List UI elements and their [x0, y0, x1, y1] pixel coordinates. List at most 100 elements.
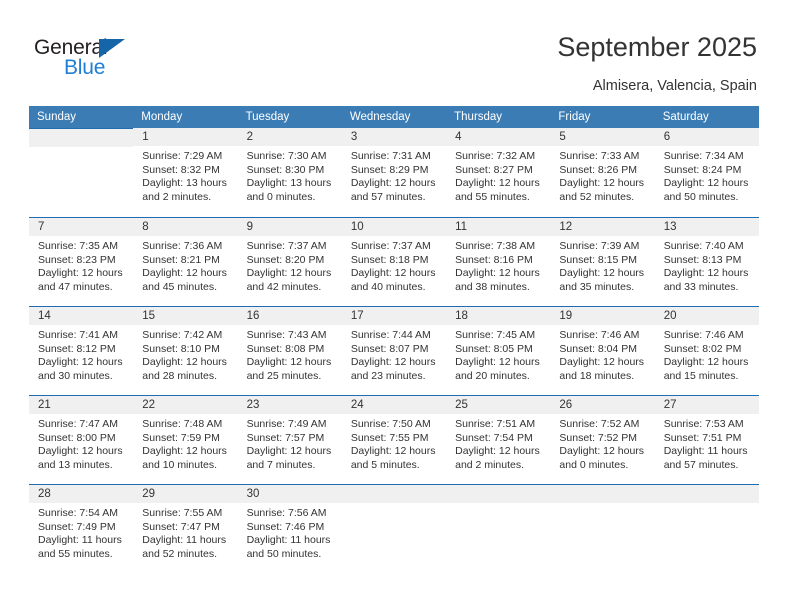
daylight-text: Daylight: 12 hours — [350, 267, 436, 280]
day-number: 19 — [550, 307, 655, 325]
day-sun-info: Sunrise: 7:38 AM Sunset: 8:16 PM Daylight:… — [446, 236, 550, 294]
day-number: 10 — [341, 218, 447, 236]
daylight-text: Daylight: 12 hours — [559, 267, 645, 280]
day-sun-info: Sunrise: 7:46 AM Sunset: 8:02 PM Daylight:… — [655, 325, 759, 383]
calendar-day-cell[interactable]: 7 Sunrise: 7:35 AM Sunset: 8:23 PM Daylight… — [29, 217, 134, 306]
calendar-empty-cell — [654, 484, 759, 573]
day-sun-info: Sunrise: 7:49 AM Sunset: 7:57 PM Daylight:… — [238, 414, 342, 472]
weekday-header-sunday: Sunday — [29, 106, 134, 128]
general-blue-logo[interactable]: General Blue — [34, 36, 194, 84]
calendar-day-cell[interactable]: 16 Sunrise: 7:43 AM Sunset: 8:08 PM Dayligh… — [237, 306, 342, 395]
daylight-text-cont: and 33 minutes. — [663, 280, 739, 293]
daylight-text-cont: and 13 minutes. — [38, 458, 113, 471]
day-sun-info: Sunrise: 7:55 AM Sunset: 7:47 PM Daylight:… — [133, 503, 237, 561]
calendar-empty-cell — [550, 484, 655, 573]
daylight-text-cont: and 2 minutes. — [455, 458, 525, 471]
day-number: 22 — [133, 396, 238, 414]
calendar-page: General Blue September 2025 Almisera, Va… — [0, 0, 792, 612]
sunrise-text: Sunrise: 7:33 AM — [559, 150, 640, 162]
daylight-text: Daylight: 12 hours — [142, 267, 227, 280]
calendar-day-cell[interactable]: 22 Sunrise: 7:48 AM Sunset: 7:59 PM Dayligh… — [133, 395, 238, 484]
daylight-text-cont: and 15 minutes. — [663, 369, 739, 382]
calendar-day-cell[interactable]: 23 Sunrise: 7:49 AM Sunset: 7:57 PM Dayligh… — [237, 395, 342, 484]
calendar-table: Sunday Monday Tuesday Wednesday Thursday… — [29, 106, 759, 573]
calendar-day-cell[interactable]: 17 Sunrise: 7:44 AM Sunset: 8:07 PM Dayligh… — [341, 306, 447, 395]
calendar-day-cell[interactable]: 18 Sunrise: 7:45 AM Sunset: 8:05 PM Dayligh… — [446, 306, 551, 395]
sunrise-text: Sunrise: 7:52 AM — [559, 418, 640, 430]
daylight-text-cont: and 50 minutes. — [663, 190, 739, 203]
sunset-text: Sunset: 8:02 PM — [663, 342, 742, 355]
sunrise-text: Sunrise: 7:37 AM — [350, 240, 431, 252]
calendar-day-cell[interactable]: 2 Sunrise: 7:30 AM Sunset: 8:30 PM Daylight… — [237, 128, 342, 217]
sunrise-text: Sunrise: 7:49 AM — [246, 418, 327, 430]
day-number: 25 — [446, 396, 551, 414]
calendar-day-cell[interactable]: 6 Sunrise: 7:34 AM Sunset: 8:24 PM Daylight… — [654, 128, 759, 217]
daylight-text-cont: and 55 minutes. — [38, 547, 113, 560]
day-sun-info: Sunrise: 7:35 AM Sunset: 8:23 PM Daylight:… — [29, 236, 133, 294]
calendar-day-cell[interactable]: 12 Sunrise: 7:39 AM Sunset: 8:15 PM Dayligh… — [550, 217, 655, 306]
day-sun-info: Sunrise: 7:37 AM Sunset: 8:20 PM Daylight:… — [238, 236, 342, 294]
daylight-text-cont: and 18 minutes. — [559, 369, 635, 382]
day-sun-info: Sunrise: 7:36 AM Sunset: 8:21 PM Daylight:… — [133, 236, 237, 294]
sunset-text: Sunset: 7:52 PM — [559, 431, 638, 444]
calendar-day-cell[interactable]: 9 Sunrise: 7:37 AM Sunset: 8:20 PM Daylight… — [237, 217, 342, 306]
sunrise-text: Sunrise: 7:34 AM — [663, 150, 744, 162]
calendar-day-cell[interactable]: 25 Sunrise: 7:51 AM Sunset: 7:54 PM Dayligh… — [446, 395, 551, 484]
calendar-day-cell[interactable]: 21 Sunrise: 7:47 AM Sunset: 8:00 PM Dayligh… — [29, 395, 134, 484]
sunset-text: Sunset: 8:07 PM — [350, 342, 429, 355]
daylight-text-cont: and 45 minutes. — [142, 280, 217, 293]
calendar-day-cell[interactable]: 14 Sunrise: 7:41 AM Sunset: 8:12 PM Dayligh… — [29, 306, 134, 395]
daylight-text-cont: and 52 minutes. — [559, 190, 635, 203]
day-sun-info: Sunrise: 7:52 AM Sunset: 7:52 PM Daylight:… — [550, 414, 654, 472]
calendar-day-cell[interactable]: 10 Sunrise: 7:37 AM Sunset: 8:18 PM Dayligh… — [341, 217, 447, 306]
day-number: 27 — [654, 396, 759, 414]
calendar-week-row: 7 Sunrise: 7:35 AM Sunset: 8:23 PM Daylight… — [29, 217, 759, 306]
calendar-day-cell[interactable]: 8 Sunrise: 7:36 AM Sunset: 8:21 PM Daylight… — [133, 217, 238, 306]
daylight-text: Daylight: 12 hours — [142, 445, 227, 458]
daylight-text-cont: and 42 minutes. — [246, 280, 322, 293]
day-sun-info: Sunrise: 7:56 AM Sunset: 7:46 PM Daylight:… — [238, 503, 342, 561]
calendar-day-cell[interactable]: 20 Sunrise: 7:46 AM Sunset: 8:02 PM Dayligh… — [654, 306, 759, 395]
day-number: 13 — [654, 218, 759, 236]
sunset-text: Sunset: 7:59 PM — [142, 431, 220, 444]
day-sun-info: Sunrise: 7:32 AM Sunset: 8:27 PM Daylight:… — [446, 146, 550, 204]
sunrise-text: Sunrise: 7:46 AM — [663, 329, 744, 341]
calendar-day-cell[interactable]: 3 Sunrise: 7:31 AM Sunset: 8:29 PM Daylight… — [341, 128, 447, 217]
calendar-day-cell[interactable]: 24 Sunrise: 7:50 AM Sunset: 7:55 PM Dayligh… — [341, 395, 447, 484]
daylight-text-cont: and 52 minutes. — [142, 547, 217, 560]
sunset-text: Sunset: 8:26 PM — [559, 163, 638, 176]
day-sun-info: Sunrise: 7:37 AM Sunset: 8:18 PM Daylight:… — [342, 236, 446, 294]
calendar-day-cell[interactable]: 29 Sunrise: 7:55 AM Sunset: 7:47 PM Dayligh… — [133, 484, 238, 573]
day-number: 9 — [237, 218, 342, 236]
daylight-text-cont: and 7 minutes. — [246, 458, 316, 471]
calendar-day-cell[interactable]: 11 Sunrise: 7:38 AM Sunset: 8:16 PM Dayligh… — [446, 217, 551, 306]
sunrise-text: Sunrise: 7:35 AM — [38, 240, 118, 252]
calendar-day-cell[interactable]: 4 Sunrise: 7:32 AM Sunset: 8:27 PM Daylight… — [446, 128, 551, 217]
calendar-day-cell[interactable]: 30 Sunrise: 7:56 AM Sunset: 7:46 PM Dayligh… — [237, 484, 342, 573]
sunrise-text: Sunrise: 7:55 AM — [142, 507, 223, 519]
calendar-day-cell[interactable]: 26 Sunrise: 7:52 AM Sunset: 7:52 PM Dayligh… — [550, 395, 655, 484]
daylight-text: Daylight: 11 hours — [142, 534, 227, 547]
calendar-day-cell[interactable]: 1 Sunrise: 7:29 AM Sunset: 8:32 PM Daylight… — [133, 128, 238, 217]
day-sun-info: Sunrise: 7:44 AM Sunset: 8:07 PM Daylight:… — [342, 325, 446, 383]
sunrise-text: Sunrise: 7:31 AM — [350, 150, 431, 162]
day-number: 23 — [237, 396, 342, 414]
day-sun-info: Sunrise: 7:51 AM Sunset: 7:54 PM Daylight:… — [446, 414, 550, 472]
sunrise-text: Sunrise: 7:39 AM — [559, 240, 640, 252]
daylight-text-cont: and 57 minutes. — [350, 190, 426, 203]
daylight-text-cont: and 38 minutes. — [455, 280, 530, 293]
calendar-day-cell[interactable]: 5 Sunrise: 7:33 AM Sunset: 8:26 PM Daylight… — [550, 128, 655, 217]
calendar-day-cell[interactable]: 27 Sunrise: 7:53 AM Sunset: 7:51 PM Dayligh… — [654, 395, 759, 484]
daylight-text-cont: and 2 minutes. — [142, 190, 212, 203]
daylight-text: Daylight: 12 hours — [663, 267, 749, 280]
sunset-text: Sunset: 8:20 PM — [246, 253, 325, 266]
day-sun-info: Sunrise: 7:48 AM Sunset: 7:59 PM Daylight:… — [133, 414, 237, 472]
daylight-text-cont: and 23 minutes. — [350, 369, 426, 382]
sunset-text: Sunset: 8:29 PM — [350, 163, 429, 176]
daylight-text: Daylight: 12 hours — [246, 267, 332, 280]
calendar-day-cell[interactable]: 15 Sunrise: 7:42 AM Sunset: 8:10 PM Dayligh… — [133, 306, 238, 395]
calendar-day-cell[interactable]: 28 Sunrise: 7:54 AM Sunset: 7:49 PM Dayligh… — [29, 484, 134, 573]
calendar-day-cell[interactable]: 19 Sunrise: 7:46 AM Sunset: 8:04 PM Dayligh… — [550, 306, 655, 395]
calendar-week-row: 28 Sunrise: 7:54 AM Sunset: 7:49 PM Dayligh… — [29, 484, 759, 573]
calendar-day-cell[interactable]: 13 Sunrise: 7:40 AM Sunset: 8:13 PM Dayligh… — [654, 217, 759, 306]
